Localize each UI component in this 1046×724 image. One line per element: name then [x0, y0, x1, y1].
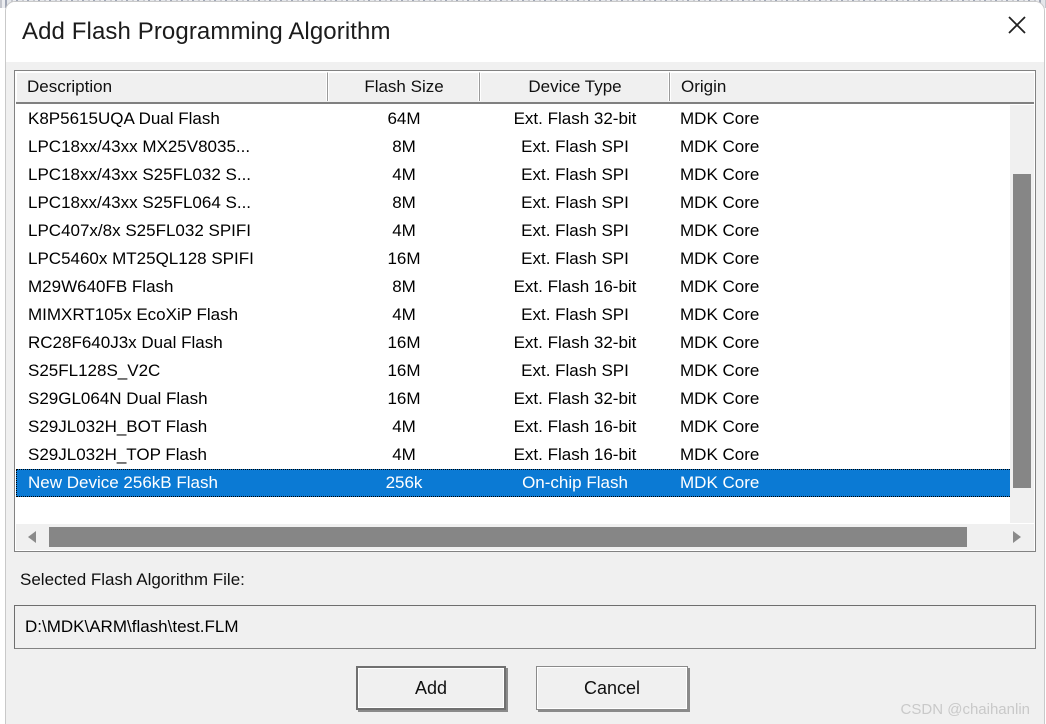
cell-flash-size: 4M — [392, 165, 416, 184]
dialog-title: Add Flash Programming Algorithm — [22, 18, 391, 45]
cell-origin: MDK Core — [680, 305, 760, 324]
table-row[interactable]: LPC18xx/43xx S25FL064 S... 8M Ext. Flash S… — [16, 189, 1012, 217]
horizontal-scrollbar-thumb[interactable] — [49, 527, 967, 547]
cell-description: LPC18xx/43xx S25FL064 S... — [28, 193, 252, 212]
table-row[interactable]: New Device 256kB Flash 256k On-chip Flash M… — [16, 469, 1012, 497]
cell-flash-size: 8M — [392, 137, 416, 156]
watermark: CSDN @chaihanlin — [900, 701, 1030, 718]
cell-flash-size: 16M — [387, 389, 421, 408]
cell-flash-size: 64M — [387, 109, 421, 128]
cell-flash-size: 256k — [385, 473, 423, 492]
cell-origin: MDK Core — [680, 193, 760, 212]
vertical-scrollbar[interactable] — [1010, 105, 1034, 551]
cell-device-type: Ext. Flash 32-bit — [513, 333, 637, 352]
cell-origin: MDK Core — [680, 445, 760, 464]
selected-file-input[interactable]: D:\MDK\ARM\flash\test.FLM — [14, 605, 1036, 649]
table-row[interactable]: LPC18xx/43xx S25FL032 S... 4M Ext. Flash S… — [16, 161, 1012, 189]
table-row[interactable]: RC28F640J3x Dual Flash 16M Ext. Flash 32-b… — [16, 329, 1012, 357]
table-row[interactable]: S29GL064N Dual Flash 16M Ext. Flash 32-bit… — [16, 385, 1012, 413]
cell-flash-size: 16M — [387, 333, 421, 352]
list-rows-viewport: K8P5615UQA Dual Flash 64M Ext. Flash 32-bi… — [16, 105, 1012, 551]
dialog-client-area: Description Flash Size Device Type Origi… — [6, 62, 1044, 724]
cell-description: LPC18xx/43xx MX25V8035... — [28, 137, 251, 156]
selected-file-label: Selected Flash Algorithm File: — [20, 570, 245, 589]
cell-description: New Device 256kB Flash — [28, 473, 218, 492]
add-button[interactable]: Add — [356, 666, 506, 710]
cell-origin: MDK Core — [680, 361, 760, 380]
column-header-origin[interactable]: Origin — [670, 72, 1034, 101]
horizontal-scrollbar[interactable] — [16, 523, 1034, 550]
cell-description: M29W640FB Flash — [28, 277, 174, 296]
cell-description: LPC407x/8x S25FL032 SPIFI — [28, 221, 252, 240]
column-header-flash-size[interactable]: Flash Size — [328, 72, 480, 101]
cell-flash-size: 4M — [392, 305, 416, 324]
add-flash-programming-algorithm-dialog: Add Flash Programming Algorithm Descript… — [6, 2, 1044, 724]
cell-origin: MDK Core — [680, 389, 760, 408]
cell-origin: MDK Core — [680, 473, 760, 492]
table-row[interactable]: LPC5460x MT25QL128 SPIFI 16M Ext. Flash SP… — [16, 245, 1012, 273]
cell-device-type: Ext. Flash SPI — [521, 165, 629, 184]
cell-description: RC28F640J3x Dual Flash — [28, 333, 223, 352]
cell-device-type: Ext. Flash SPI — [521, 361, 629, 380]
cell-flash-size: 16M — [387, 249, 421, 268]
table-row[interactable]: S29JL032H_TOP Flash 4M Ext. Flash 16-bit MD… — [16, 441, 1012, 469]
cancel-button[interactable]: Cancel — [536, 666, 688, 710]
cell-device-type: Ext. Flash SPI — [521, 193, 629, 212]
triangle-left-icon[interactable] — [19, 524, 45, 550]
cell-device-type: On-chip Flash — [522, 473, 628, 492]
cell-device-type: Ext. Flash SPI — [521, 249, 629, 268]
cell-device-type: Ext. Flash 32-bit — [513, 389, 637, 408]
table-row[interactable]: M29W640FB Flash 8M Ext. Flash 16-bit MDK Co… — [16, 273, 1012, 301]
cell-description: LPC5460x MT25QL128 SPIFI — [28, 249, 254, 268]
table-row[interactable]: LPC18xx/43xx MX25V8035... 8M Ext. Flash SP… — [16, 133, 1012, 161]
cell-origin: MDK Core — [680, 137, 760, 156]
cell-device-type: Ext. Flash 32-bit — [513, 109, 637, 128]
table-row[interactable]: LPC407x/8x S25FL032 SPIFI 4M Ext. Flash SP… — [16, 217, 1012, 245]
cell-origin: MDK Core — [680, 249, 760, 268]
dialog-titlebar: Add Flash Programming Algorithm — [6, 2, 1044, 62]
cell-device-type: Ext. Flash 16-bit — [513, 417, 637, 436]
cell-origin: MDK Core — [680, 333, 760, 352]
cell-description: S29JL032H_BOT Flash — [28, 417, 208, 436]
cell-device-type: Ext. Flash SPI — [521, 221, 629, 240]
cell-origin: MDK Core — [680, 165, 760, 184]
flash-algorithm-list[interactable]: Description Flash Size Device Type Origi… — [14, 70, 1036, 552]
cell-description: LPC18xx/43xx S25FL032 S... — [28, 165, 252, 184]
cell-flash-size: 4M — [392, 445, 416, 464]
column-header-description[interactable]: Description — [16, 72, 328, 101]
cell-device-type: Ext. Flash 16-bit — [513, 445, 637, 464]
vertical-scrollbar-thumb[interactable] — [1013, 174, 1031, 488]
cell-flash-size: 8M — [392, 193, 416, 212]
cell-description: S25FL128S_V2C — [28, 361, 161, 380]
cell-device-type: Ext. Flash SPI — [521, 137, 629, 156]
column-header-device-type[interactable]: Device Type — [480, 72, 670, 101]
cell-description: MIMXRT105x EcoXiP Flash — [28, 305, 239, 324]
cell-description: K8P5615UQA Dual Flash — [28, 109, 220, 128]
cell-description: S29GL064N Dual Flash — [28, 389, 208, 408]
cell-origin: MDK Core — [680, 221, 760, 240]
cell-device-type: Ext. Flash 16-bit — [513, 277, 637, 296]
cell-origin: MDK Core — [680, 277, 760, 296]
cell-flash-size: 16M — [387, 361, 421, 380]
cell-device-type: Ext. Flash SPI — [521, 305, 629, 324]
list-header-row: Description Flash Size Device Type Origi… — [16, 72, 1034, 104]
cell-origin: MDK Core — [680, 109, 760, 128]
cell-flash-size: 8M — [392, 277, 416, 296]
cell-description: S29JL032H_TOP Flash — [28, 445, 207, 464]
cell-flash-size: 4M — [392, 417, 416, 436]
triangle-right-icon[interactable] — [1004, 524, 1030, 550]
table-row[interactable]: K8P5615UQA Dual Flash 64M Ext. Flash 32-bi… — [16, 105, 1012, 133]
close-icon[interactable] — [990, 2, 1044, 48]
cell-flash-size: 4M — [392, 221, 416, 240]
cell-origin: MDK Core — [680, 417, 760, 436]
table-row[interactable]: S25FL128S_V2C 16M Ext. Flash SPI MDK Core — [16, 357, 1012, 385]
table-row[interactable]: MIMXRT105x EcoXiP Flash 4M Ext. Flash SPI M… — [16, 301, 1012, 329]
table-row[interactable]: S29JL032H_BOT Flash 4M Ext. Flash 16-bit MD… — [16, 413, 1012, 441]
